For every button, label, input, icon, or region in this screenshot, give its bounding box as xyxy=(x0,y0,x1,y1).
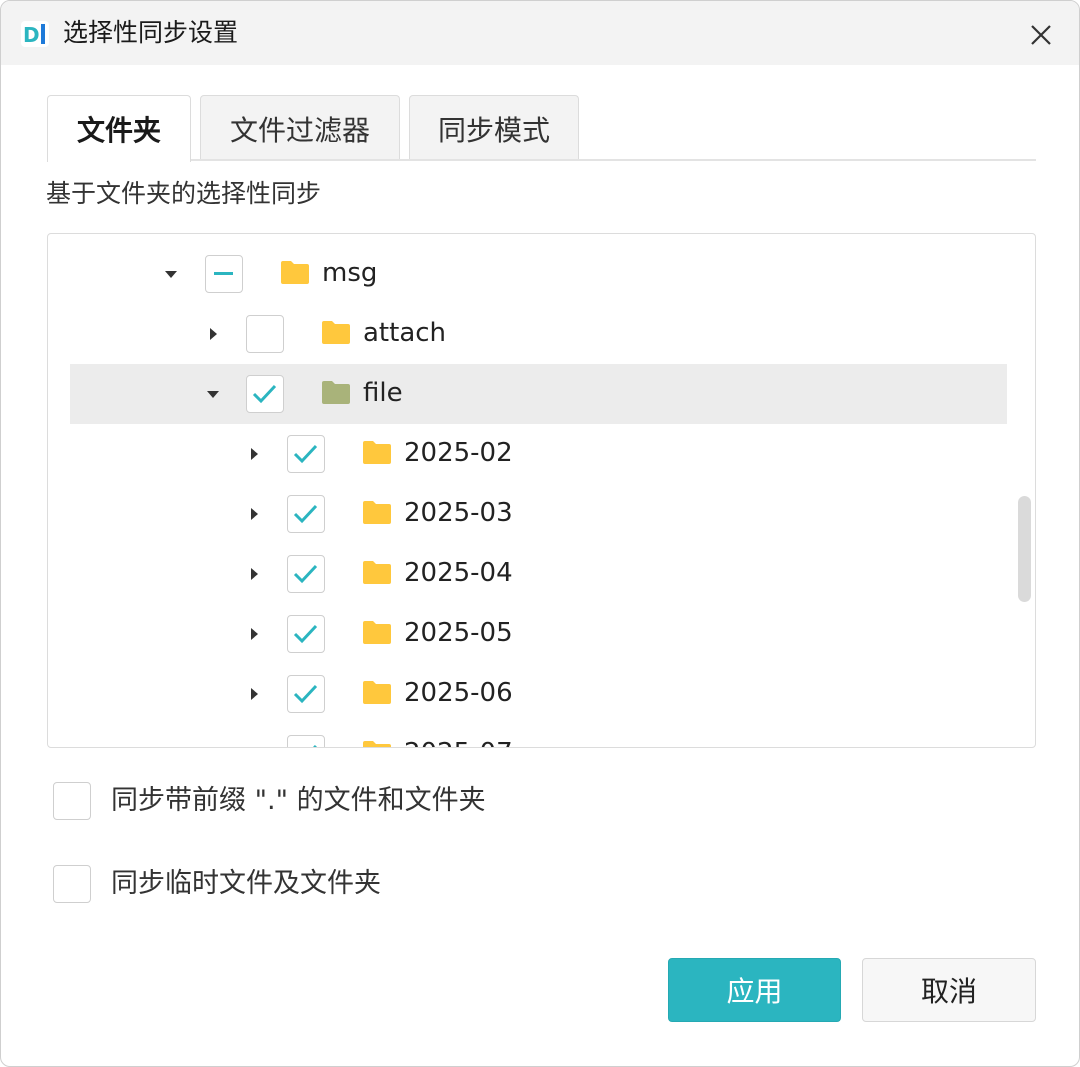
tab-folder[interactable]: 文件夹 xyxy=(47,95,191,162)
folder-icon xyxy=(322,321,350,344)
checkbox-2025-05[interactable] xyxy=(287,615,325,653)
check-icon xyxy=(293,624,318,644)
tree-row-2025-02[interactable]: 2025-02 xyxy=(48,424,1035,484)
caret-right-icon[interactable] xyxy=(244,444,264,464)
tab-file-filter[interactable]: 文件过滤器 xyxy=(200,95,400,161)
check-icon xyxy=(293,684,318,704)
caret-down-icon[interactable] xyxy=(203,384,223,404)
tree-label: 2025-02 xyxy=(404,438,513,468)
tree-label: 2025-07 xyxy=(404,733,513,747)
folder-icon xyxy=(363,741,391,747)
caret-down-icon[interactable] xyxy=(161,264,181,284)
tree-row-attach[interactable]: attach xyxy=(48,304,1035,364)
checkbox-2025-07[interactable] xyxy=(287,735,325,747)
folder-icon xyxy=(322,381,350,404)
cancel-button[interactable]: 取消 xyxy=(862,958,1036,1022)
tree-row-msg[interactable]: msg xyxy=(48,244,1035,304)
tree-label: 2025-03 xyxy=(404,498,513,528)
app-logo-icon: D xyxy=(21,21,49,47)
caret-right-icon[interactable] xyxy=(244,684,264,704)
check-icon xyxy=(313,744,318,747)
dialog-title: 选择性同步设置 xyxy=(63,18,239,47)
check-icon xyxy=(293,564,318,584)
check-icon xyxy=(293,504,318,524)
section-subtitle: 基于文件夹的选择性同步 xyxy=(46,179,322,208)
checkbox-2025-04[interactable] xyxy=(287,555,325,593)
tree-scrollbar[interactable] xyxy=(1018,496,1031,602)
check-icon xyxy=(252,384,277,404)
sync-temp-files-label: 同步临时文件及文件夹 xyxy=(111,868,381,899)
sync-temp-files-checkbox[interactable] xyxy=(53,865,91,903)
svg-text:D: D xyxy=(23,23,40,47)
checkbox-2025-06[interactable] xyxy=(287,675,325,713)
checkbox-2025-03[interactable] xyxy=(287,495,325,533)
folder-icon xyxy=(363,681,391,704)
tree-row-2025-05[interactable]: 2025-05 xyxy=(48,604,1035,664)
caret-right-icon[interactable] xyxy=(244,564,264,584)
partial-check-icon xyxy=(214,272,233,275)
caret-right-icon[interactable] xyxy=(244,624,264,644)
tree-row-2025-03[interactable]: 2025-03 xyxy=(48,484,1035,544)
folder-icon xyxy=(363,501,391,524)
checkbox-msg[interactable] xyxy=(205,255,243,293)
sync-settings-dialog: D 选择性同步设置 文件夹 文件过滤器 同步模式 基于文件夹的选择性同步 msg… xyxy=(0,0,1080,1067)
close-icon[interactable] xyxy=(1021,15,1061,55)
title-bar: D 选择性同步设置 xyxy=(1,1,1079,65)
checkbox-file[interactable] xyxy=(246,375,284,413)
tree-label: msg xyxy=(322,258,378,288)
tree-label: 2025-06 xyxy=(404,678,513,708)
tree-label: 2025-04 xyxy=(404,558,513,588)
folder-icon xyxy=(363,441,391,464)
folder-tree: msg attach file 2025-02 2025-03 2025-04 … xyxy=(47,233,1036,748)
caret-right-icon[interactable] xyxy=(244,504,264,524)
caret-right-icon[interactable] xyxy=(244,744,264,748)
tree-row-2025-06[interactable]: 2025-06 xyxy=(48,664,1035,724)
apply-button[interactable]: 应用 xyxy=(668,958,841,1022)
tree-label: file xyxy=(363,378,403,408)
tree-row-file[interactable]: file xyxy=(70,364,1007,424)
caret-right-icon[interactable] xyxy=(203,324,223,344)
checkbox-2025-02[interactable] xyxy=(287,435,325,473)
folder-icon xyxy=(363,561,391,584)
check-icon xyxy=(293,444,318,464)
sync-dotfiles-checkbox[interactable] xyxy=(53,782,91,820)
tree-row-2025-07[interactable]: 2025-07 xyxy=(48,724,1035,748)
tab-sync-mode[interactable]: 同步模式 xyxy=(409,95,579,161)
sync-dotfiles-label: 同步带前缀 "." 的文件和文件夹 xyxy=(111,785,486,816)
tree-row-2025-04[interactable]: 2025-04 xyxy=(48,544,1035,604)
tab-divider xyxy=(47,159,1036,161)
checkbox-attach[interactable] xyxy=(246,315,284,353)
folder-icon xyxy=(363,621,391,644)
tree-label: 2025-05 xyxy=(404,618,513,648)
folder-icon xyxy=(281,261,309,284)
tree-label: attach xyxy=(363,318,447,348)
